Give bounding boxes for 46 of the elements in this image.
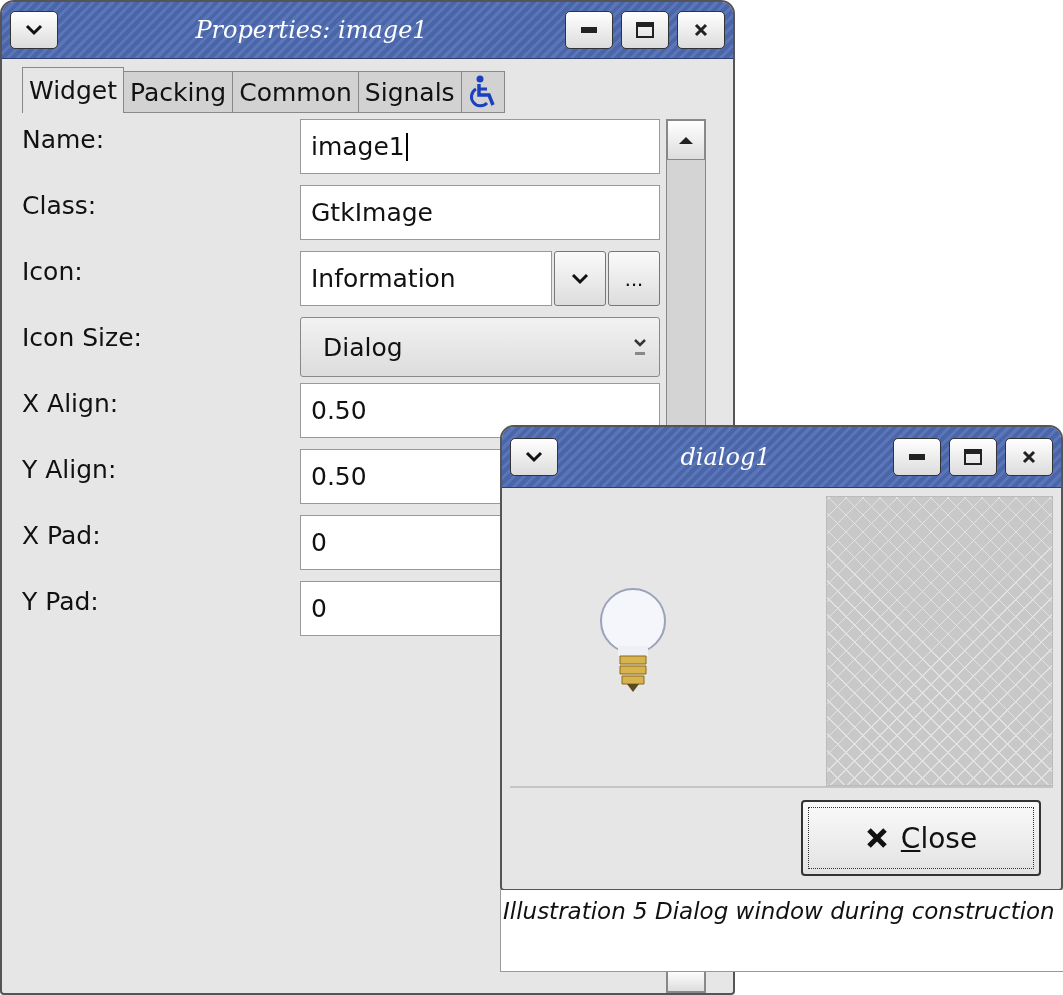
close-icon	[693, 22, 709, 38]
accessibility-tab[interactable]	[460, 71, 505, 113]
window-title: dialog1	[679, 443, 772, 471]
close-button[interactable]	[677, 11, 725, 49]
minimize-icon	[581, 27, 597, 33]
close-button[interactable]: Close	[801, 800, 1041, 876]
chevron-down-icon	[25, 24, 43, 36]
chevron-down-icon	[633, 336, 647, 358]
field-label: Class:	[22, 190, 98, 220]
maximize-button[interactable]	[621, 11, 669, 49]
maximize-icon	[636, 22, 654, 38]
text-field[interactable]: image1	[300, 119, 660, 174]
tab[interactable]: Widget	[22, 67, 125, 113]
tab[interactable]: Signals	[357, 71, 462, 113]
chevron-down-icon	[525, 451, 543, 463]
up-arrow-icon	[679, 136, 693, 144]
field-label: Y Pad:	[22, 586, 100, 616]
dropdown-button[interactable]	[554, 251, 606, 306]
combo-field[interactable]: Information	[300, 251, 552, 306]
field-label: Name:	[22, 124, 106, 154]
scroll-up-button[interactable]	[667, 120, 705, 160]
browse-button[interactable]: ...	[608, 251, 660, 306]
caption: Illustration 5 Dialog window during construction	[503, 898, 1055, 924]
window-title: Properties: image1	[194, 16, 429, 44]
close-icon	[864, 826, 889, 850]
field-label: X Align:	[22, 388, 120, 418]
text-cursor	[405, 132, 408, 161]
chevron-down-icon	[571, 272, 589, 285]
field-label: Icon Size:	[22, 322, 143, 352]
field-label: X Pad:	[22, 520, 102, 550]
minimize-button[interactable]	[565, 11, 613, 49]
scroll-down-button[interactable]	[667, 970, 705, 992]
close-icon	[1021, 449, 1037, 465]
window-menu-button[interactable]	[510, 438, 558, 476]
tab[interactable]: Packing	[123, 71, 234, 113]
text-field[interactable]: GtkImage	[300, 185, 660, 240]
window-menu-button[interactable]	[10, 11, 58, 49]
maximize-button[interactable]	[949, 438, 997, 476]
maximize-icon	[964, 449, 982, 465]
minimize-button[interactable]	[893, 438, 941, 476]
tab[interactable]: Common	[232, 71, 359, 113]
minimize-icon	[909, 454, 925, 460]
dropdown[interactable]: Dialog	[300, 317, 660, 377]
field-label: Y Align:	[22, 454, 118, 484]
close-button[interactable]	[1005, 438, 1053, 476]
field-label: Icon:	[22, 256, 84, 286]
